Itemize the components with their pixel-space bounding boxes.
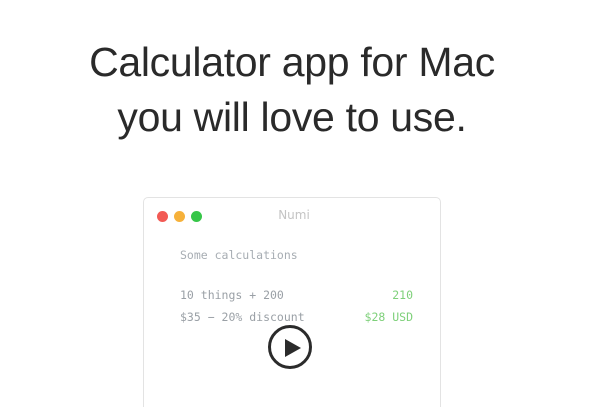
calc-result: $28 USD bbox=[364, 310, 413, 324]
play-video-button[interactable] bbox=[268, 325, 312, 369]
app-window-preview: Numi Some calculations 10 things + 200 2… bbox=[143, 197, 441, 407]
calc-row: 10 things + 200 210 bbox=[180, 288, 413, 302]
window-title: Numi bbox=[278, 208, 310, 222]
hero-headline: Calculator app for Mac you will love to … bbox=[0, 35, 584, 145]
calc-comment: Some calculations bbox=[180, 248, 298, 262]
play-icon bbox=[285, 339, 301, 357]
headline-line-1: Calculator app for Mac bbox=[89, 39, 495, 85]
calc-row: $35 − 20% discount $28 USD bbox=[180, 310, 413, 324]
calc-expression: $35 − 20% discount bbox=[180, 310, 305, 324]
headline-line-2: you will love to use. bbox=[117, 94, 467, 140]
calc-expression: 10 things + 200 bbox=[180, 288, 284, 302]
page: Calculator app for Mac you will love to … bbox=[0, 0, 600, 407]
calc-result: 210 bbox=[392, 288, 413, 302]
